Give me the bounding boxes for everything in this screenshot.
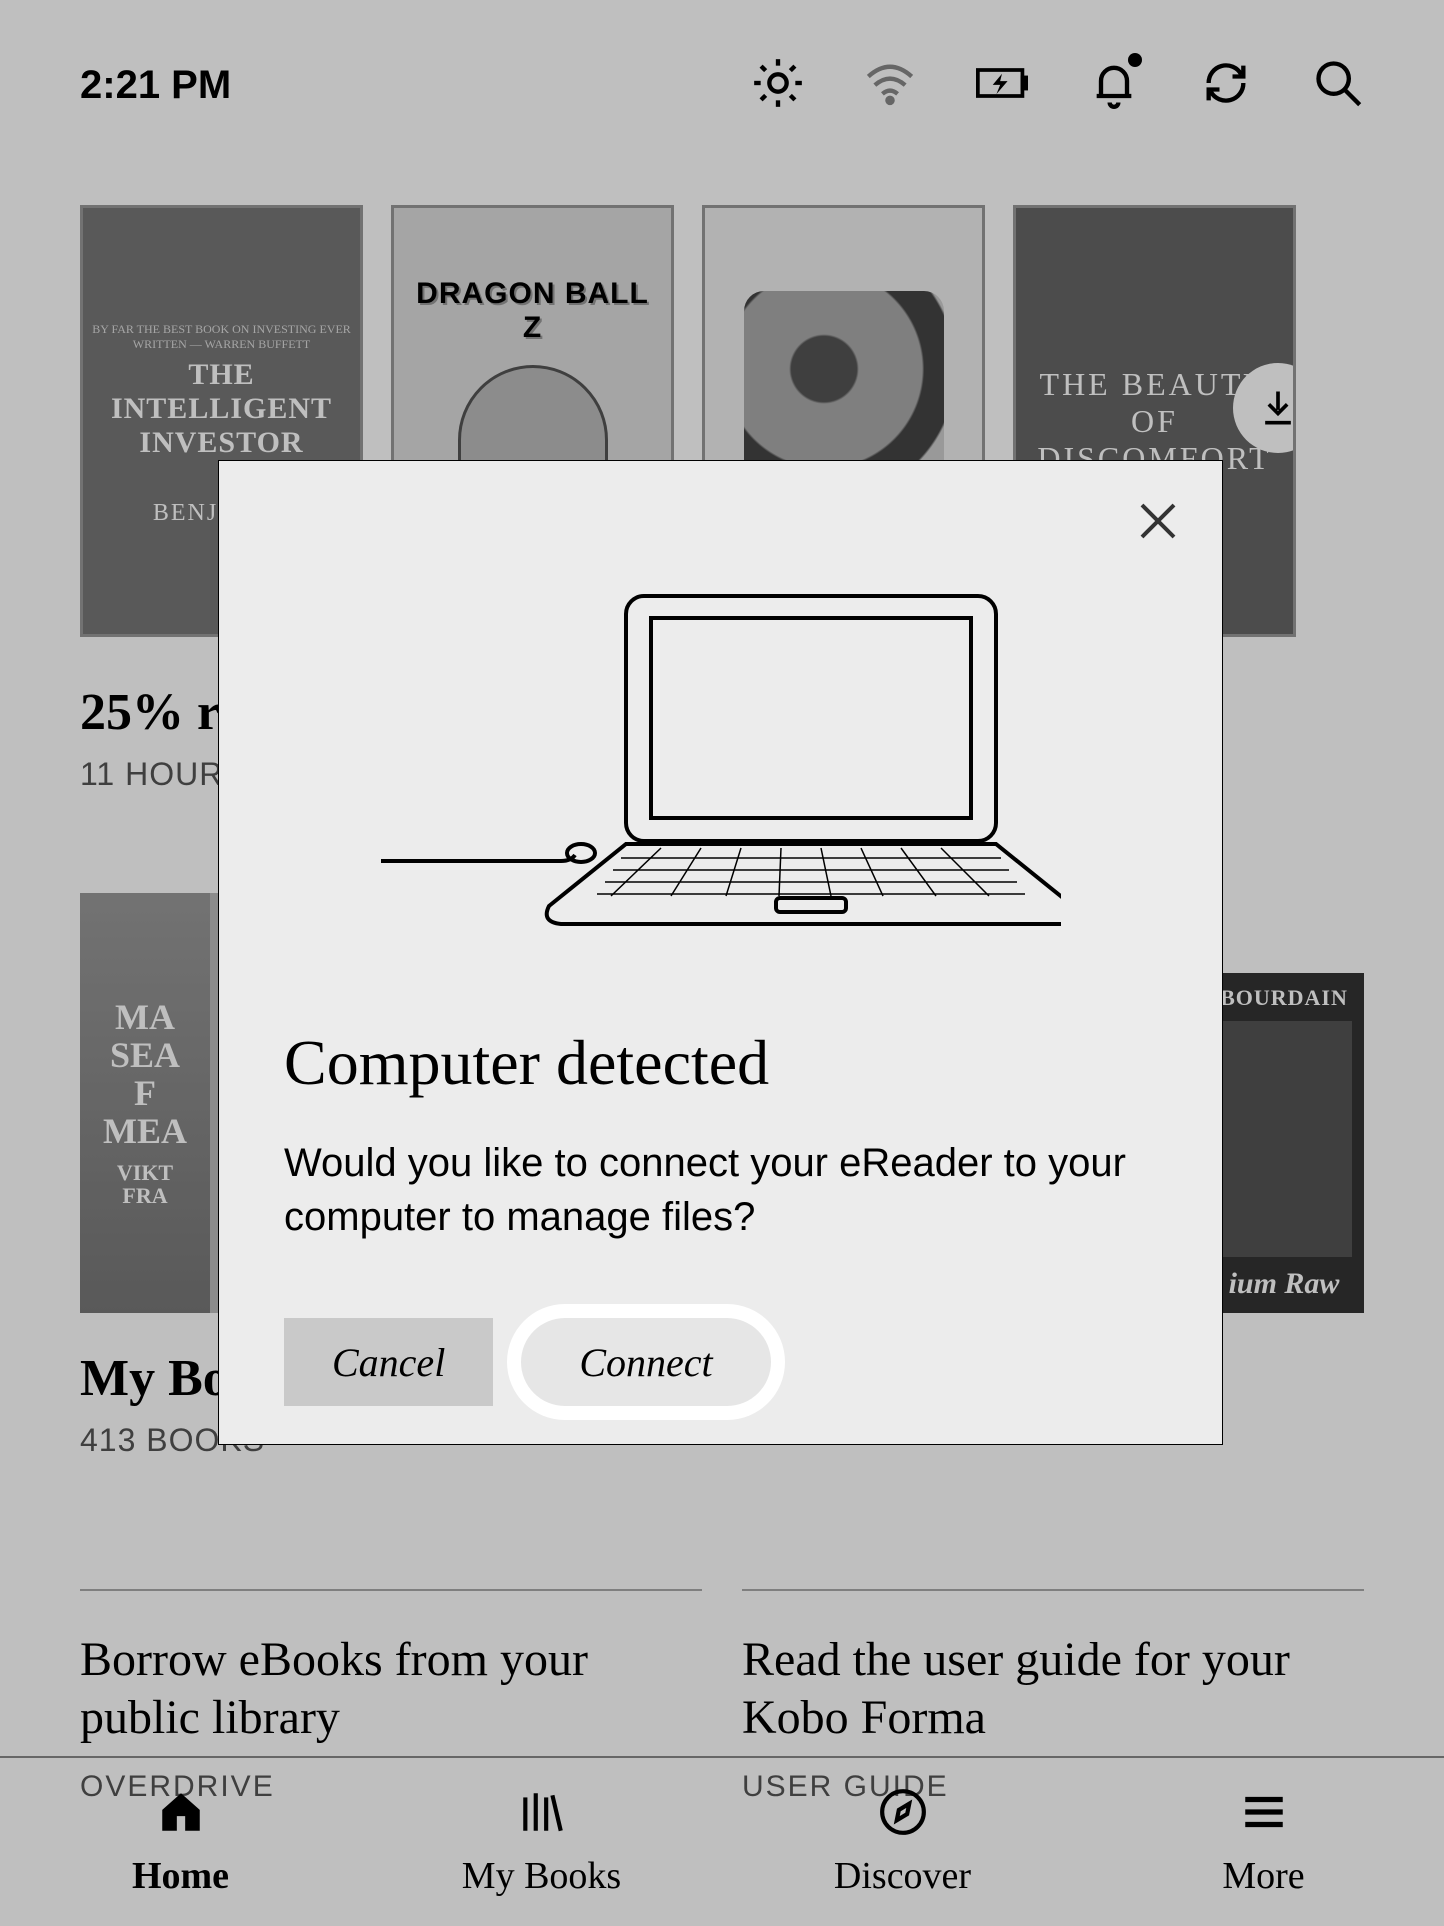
nav-more[interactable]: More <box>1083 1758 1444 1926</box>
clock: 2:21 PM <box>80 63 231 108</box>
connect-button[interactable]: Connect <box>521 1318 770 1406</box>
cancel-button[interactable]: Cancel <box>284 1318 493 1406</box>
nav-discover[interactable]: Discover <box>722 1758 1083 1926</box>
nav-home[interactable]: Home <box>0 1758 361 1926</box>
battery-charging-icon <box>976 57 1028 114</box>
status-bar: 2:21 PM <box>0 0 1444 170</box>
sync-icon[interactable] <box>1200 57 1252 114</box>
bottom-nav: Home My Books Discover More <box>0 1756 1444 1926</box>
book-cover[interactable]: BOURDAIN ium Raw <box>1204 973 1364 1313</box>
wifi-icon[interactable] <box>864 57 916 114</box>
compass-icon <box>873 1787 933 1842</box>
connect-highlight: Connect <box>507 1304 784 1420</box>
close-icon[interactable] <box>1134 497 1182 545</box>
home-icon <box>151 1787 211 1842</box>
laptop-icon <box>284 586 1157 936</box>
notifications-icon[interactable] <box>1088 57 1140 114</box>
menu-icon <box>1234 1787 1294 1842</box>
brightness-icon[interactable] <box>752 57 804 114</box>
status-icons <box>752 57 1364 114</box>
books-icon <box>512 1787 572 1842</box>
nav-my-books[interactable]: My Books <box>361 1758 722 1926</box>
dialog-title: Computer detected <box>284 1026 1157 1100</box>
search-icon[interactable] <box>1312 57 1364 114</box>
dialog-message: Would you like to connect your eReader t… <box>284 1136 1157 1244</box>
computer-detected-dialog: Computer detected Would you like to conn… <box>218 460 1223 1445</box>
